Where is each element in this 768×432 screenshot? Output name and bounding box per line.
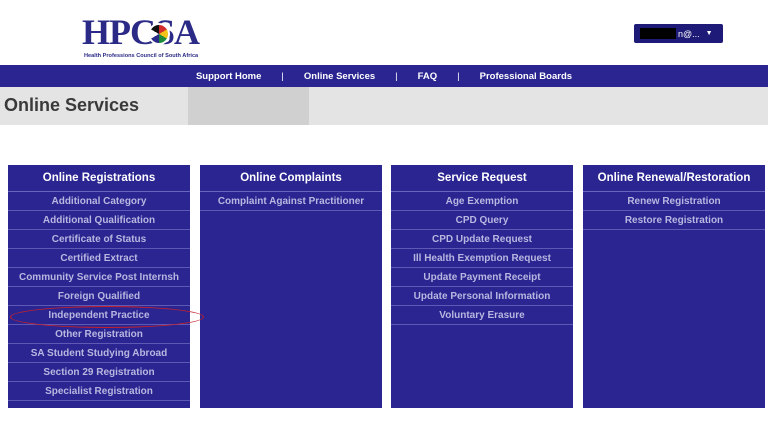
- link-renew-registration[interactable]: Renew Registration: [583, 192, 765, 211]
- panel-title: Online Complaints: [200, 165, 382, 192]
- link-cpd-update-request[interactable]: CPD Update Request: [391, 230, 573, 249]
- link-foreign-qualified[interactable]: Foreign Qualified: [8, 287, 190, 306]
- page-title-band: Online Services: [0, 87, 768, 125]
- panel-service-request: Service Request Age Exemption CPD Query …: [391, 165, 573, 408]
- link-complaint-against-practitioner[interactable]: Complaint Against Practitioner: [200, 192, 382, 211]
- link-community-service[interactable]: Community Service Post Internsh: [8, 268, 190, 287]
- link-additional-category[interactable]: Additional Category: [8, 192, 190, 211]
- link-age-exemption[interactable]: Age Exemption: [391, 192, 573, 211]
- page-title: Online Services: [4, 95, 140, 115]
- panel-online-registrations: Online Registrations Additional Category…: [8, 165, 190, 408]
- nav-separator: |: [395, 70, 398, 82]
- nav-separator: |: [457, 70, 460, 82]
- link-restore-registration[interactable]: Restore Registration: [583, 211, 765, 230]
- user-email-label: n@...: [678, 28, 700, 39]
- nav-online-services[interactable]: Online Services: [304, 71, 375, 82]
- link-cpd-query[interactable]: CPD Query: [391, 211, 573, 230]
- main-nav: Support Home | Online Services | FAQ | P…: [0, 65, 768, 87]
- link-independent-practice[interactable]: Independent Practice: [8, 306, 190, 325]
- user-menu-button[interactable]: n@... ▼: [634, 24, 723, 43]
- link-certified-extract[interactable]: Certified Extract: [8, 249, 190, 268]
- panel-title: Online Registrations: [8, 165, 190, 192]
- nav-faq[interactable]: FAQ: [418, 71, 438, 82]
- nav-separator: |: [281, 70, 284, 82]
- nav-support-home[interactable]: Support Home: [196, 71, 261, 82]
- link-additional-qualification[interactable]: Additional Qualification: [8, 211, 190, 230]
- panel-online-renewal-restoration: Online Renewal/Restoration Renew Registr…: [583, 165, 765, 408]
- link-other-registration[interactable]: Other Registration: [8, 325, 190, 344]
- link-voluntary-erasure[interactable]: Voluntary Erasure: [391, 306, 573, 325]
- link-update-payment-receipt[interactable]: Update Payment Receipt: [391, 268, 573, 287]
- panel-title: Online Renewal/Restoration: [583, 165, 765, 192]
- hpcsa-logo[interactable]: HPCSA Health Professions Council of Sout…: [82, 12, 206, 59]
- logo-subtitle: Health Professions Council of South Afri…: [84, 53, 199, 59]
- caret-down-icon: ▼: [705, 30, 713, 37]
- link-ill-health-exemption[interactable]: Ill Health Exemption Request: [391, 249, 573, 268]
- link-certificate-of-status[interactable]: Certificate of Status: [8, 230, 190, 249]
- logo-text: HPCSA: [82, 12, 200, 52]
- redacted-username: [640, 28, 676, 39]
- link-section-29-registration[interactable]: Section 29 Registration: [8, 363, 190, 382]
- panel-title: Service Request: [391, 165, 573, 192]
- title-band-tab: [188, 87, 309, 125]
- link-specialist-registration[interactable]: Specialist Registration: [8, 382, 190, 401]
- link-sa-student-abroad[interactable]: SA Student Studying Abroad: [8, 344, 190, 363]
- nav-professional-boards[interactable]: Professional Boards: [480, 71, 572, 82]
- panel-online-complaints: Online Complaints Complaint Against Prac…: [200, 165, 382, 408]
- link-update-personal-information[interactable]: Update Personal Information: [391, 287, 573, 306]
- logo-emblem-icon: [148, 23, 170, 45]
